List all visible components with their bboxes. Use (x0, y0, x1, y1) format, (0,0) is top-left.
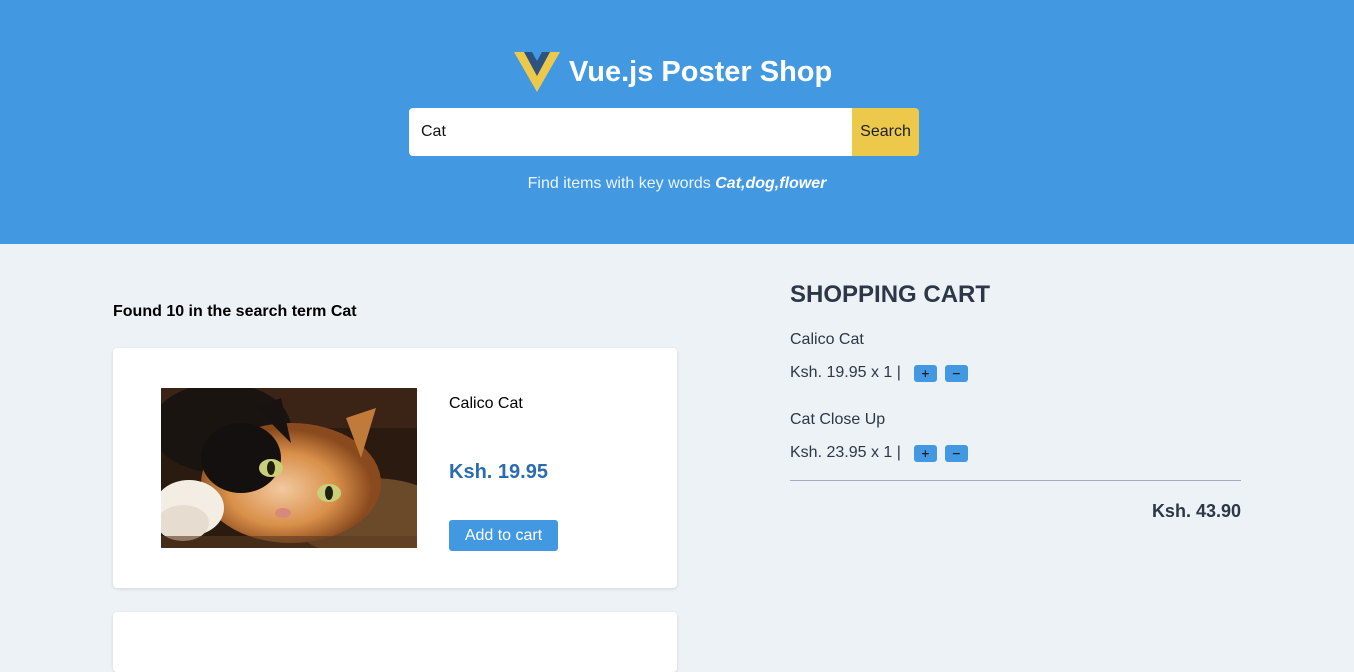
increment-button[interactable]: + (913, 364, 937, 382)
cart-total: Ksh. 43.90 (1151, 501, 1241, 521)
product-price: Ksh. 19.95 (449, 461, 548, 483)
calico-cat-photo (161, 388, 417, 548)
cart-item: Cat Close Up Ksh. 23.95 x 1 | + − (790, 411, 1241, 463)
hint-keywords: Cat,dog,flower (715, 175, 827, 192)
cart-item-line: Ksh. 23.95 x 1 | + − (790, 443, 1241, 463)
product-image (161, 388, 417, 548)
hint-prefix: Find items with key words (527, 175, 711, 192)
cart-item: Calico Cat Ksh. 19.95 x 1 | + − (790, 331, 1241, 383)
search-button[interactable]: Search (852, 108, 919, 156)
product-card (113, 612, 677, 672)
header-banner: Vue.js Poster Shop Search Find items wit… (0, 0, 1354, 244)
brand: Vue.js Poster Shop (514, 50, 832, 94)
decrement-button[interactable]: − (944, 444, 968, 462)
cart-item-price: Ksh. 23.95 x 1 | (790, 444, 901, 461)
cart-title: SHOPPING CART (790, 281, 991, 308)
search-input[interactable] (409, 108, 853, 156)
cart-item-price: Ksh. 19.95 x 1 | (790, 364, 901, 381)
results-summary: Found 10 in the search term Cat (113, 303, 357, 320)
cart-item-name: Cat Close Up (790, 411, 886, 428)
add-to-cart-button[interactable]: Add to cart (449, 520, 558, 551)
cart-item-line: Ksh. 19.95 x 1 | + − (790, 363, 1241, 383)
cart-divider (790, 480, 1241, 481)
product-card: Calico Cat Ksh. 19.95 Add to cart (113, 348, 677, 588)
search-hint: Find items with key words Cat,dog,flower (0, 175, 1354, 193)
decrement-button[interactable]: − (944, 364, 968, 382)
app-title: Vue.js Poster Shop (569, 55, 833, 88)
product-name: Calico Cat (449, 395, 523, 412)
increment-button[interactable]: + (913, 444, 937, 462)
cart-item-name: Calico Cat (790, 331, 864, 348)
vue-logo-icon (514, 52, 560, 92)
